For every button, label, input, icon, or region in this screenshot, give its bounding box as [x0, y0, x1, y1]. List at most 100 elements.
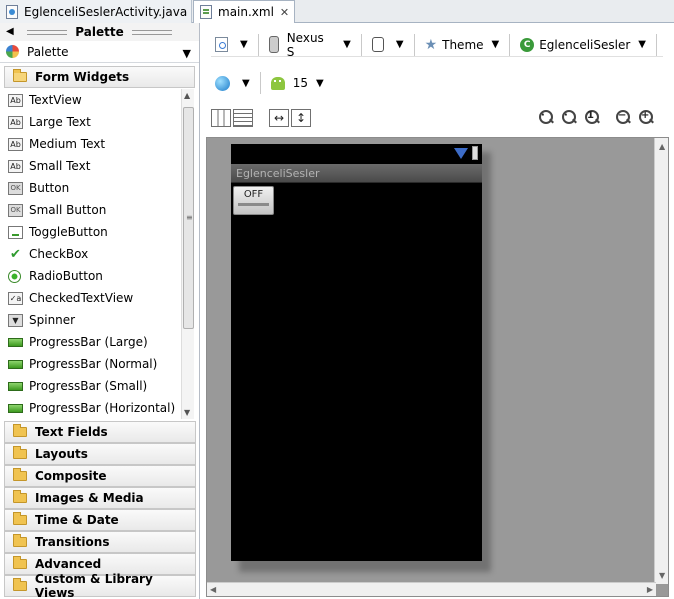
zoom-actual-icon[interactable]: 1 [583, 108, 601, 126]
scroll-down-icon[interactable]: ▼ [184, 408, 190, 417]
category-label: Custom & Library Views [34, 572, 153, 599]
button-icon: OK [8, 181, 23, 195]
theme-chooser[interactable]: ★ Theme ▼ [421, 34, 504, 56]
orientation-chooser[interactable]: ▼ [368, 34, 408, 56]
widget-label: Small Text [29, 159, 91, 173]
columns-view-icon[interactable] [211, 109, 231, 127]
category-item[interactable]: Text Fields [4, 421, 196, 443]
palette-scrollbar[interactable]: ▲ ≡ ▼ [181, 89, 194, 419]
chevron-down-icon[interactable]: ▼ [316, 78, 324, 89]
palette-icon [6, 45, 19, 58]
palette-widget-item[interactable]: ✓a CheckedTextView [4, 287, 194, 309]
palette-widget-item[interactable]: Ab TextView [4, 89, 194, 111]
grip-handle[interactable] [131, 29, 172, 35]
scroll-up-icon[interactable]: ▲ [659, 142, 665, 151]
folder-icon [13, 490, 27, 503]
category-label: Layouts [35, 447, 88, 461]
palette-widget-item[interactable]: ProgressBar (Normal) [4, 353, 194, 375]
toolbar-separator [257, 33, 259, 56]
progressbar-icon [8, 337, 23, 347]
tab-main-xml[interactable]: main.xml ✕ [193, 0, 295, 24]
layout-canvas[interactable]: EglenceliSesler OFF ▲ ▼ ◀ ▶ [206, 137, 669, 597]
device-chooser[interactable]: Nexus S ▼ [265, 31, 355, 59]
palette-widget-item[interactable]: OK Small Button [4, 199, 194, 221]
palette-widget-item[interactable]: ToggleButton [4, 221, 194, 243]
toolbar-separator [413, 33, 415, 56]
locale-chooser[interactable]: ▼ [211, 72, 254, 94]
category-item[interactable]: Images & Media [4, 487, 196, 509]
widget-label: ProgressBar (Normal) [29, 357, 158, 371]
status-bar [231, 144, 482, 164]
scrollbar-thumb[interactable]: ≡ [183, 107, 194, 329]
collapse-left-icon[interactable]: ◀ [6, 26, 14, 37]
api-level-label: 15 [292, 76, 308, 90]
category-item[interactable]: Layouts [4, 443, 196, 465]
activity-chooser[interactable]: C EglenceliSesler ▼ [516, 34, 650, 56]
spinner-icon: ▼ [8, 313, 23, 327]
progressbar-icon [8, 359, 23, 369]
star-icon: ★ [424, 36, 438, 53]
fill-height-icon[interactable]: ↕ [291, 109, 311, 127]
category-form-widgets[interactable]: Form Widgets [4, 66, 195, 88]
android-icon [270, 76, 285, 90]
category-item[interactable]: Custom & Library Views [4, 572, 196, 599]
chevron-down-icon[interactable]: ▼ [242, 78, 250, 89]
toggle-icon [8, 225, 23, 239]
battery-icon [472, 146, 478, 160]
zoom-fit-icon[interactable]: · [560, 108, 578, 126]
zoom-out-icon[interactable]: − [614, 108, 632, 126]
theme-label: Theme [442, 37, 484, 52]
palette-widget-item[interactable]: ✔ CheckBox [4, 243, 194, 265]
palette-widget-item[interactable]: ProgressBar (Horizontal) [4, 397, 194, 419]
palette-widget-item[interactable]: ProgressBar (Small) [4, 375, 194, 397]
radio-icon [8, 269, 21, 283]
widget-label: Small Button [29, 203, 107, 217]
scroll-up-icon[interactable]: ▲ [184, 91, 190, 100]
palette-panel: ◀ Palette Palette ▼ Form Widgets Ab TextV… [0, 23, 200, 599]
grip-handle[interactable] [27, 29, 68, 35]
canvas-horizontal-scrollbar[interactable]: ◀ ▶ [207, 582, 656, 596]
scroll-left-icon[interactable]: ◀ [210, 585, 216, 594]
category-item[interactable]: Composite [4, 465, 196, 487]
category-item[interactable]: Transitions [4, 531, 196, 553]
zoom-in-icon[interactable]: + [637, 108, 655, 126]
toggle-text: OFF [243, 189, 264, 200]
palette-widget-item[interactable]: ProgressBar (Large) [4, 331, 194, 353]
api-level-chooser[interactable]: 15 ▼ [267, 72, 328, 94]
palette-mode-dropdown[interactable]: Palette ▼ [0, 41, 199, 63]
close-icon[interactable]: ✕ [280, 6, 289, 19]
preview-toggle-button[interactable]: OFF [233, 186, 274, 215]
palette-widget-item[interactable]: RadioButton [4, 265, 194, 287]
palette-widget-item[interactable]: Ab Large Text [4, 111, 194, 133]
folder-icon [13, 578, 27, 591]
scroll-right-icon[interactable]: ▶ [647, 585, 653, 594]
scroll-down-icon[interactable]: ▼ [659, 571, 665, 580]
device-screen-preview[interactable]: EglenceliSesler OFF [231, 144, 482, 561]
widget-label: RadioButton [29, 269, 103, 283]
palette-widget-item[interactable]: OK Button [4, 177, 194, 199]
palette-widget-item[interactable]: ▼ Spinner [4, 309, 194, 331]
widget-label: TextView [29, 93, 82, 107]
chevron-down-icon[interactable]: ▼ [396, 39, 404, 50]
fill-width-icon[interactable]: ↔ [269, 109, 289, 127]
chevron-down-icon[interactable]: ▼ [343, 39, 351, 50]
chevron-down-icon[interactable]: ▼ [492, 39, 500, 50]
chevron-down-icon[interactable]: ▼ [638, 39, 646, 50]
folder-icon [13, 534, 27, 547]
category-label: Images & Media [35, 491, 144, 505]
category-list: Text Fields Layouts Composite Images & Medi… [0, 421, 200, 599]
palette-widget-item[interactable]: Ab Medium Text [4, 133, 194, 155]
tab-activity-java[interactable]: EglenceliSeslerActivity.java [0, 0, 192, 23]
palette-widget-item[interactable]: Ab Small Text [4, 155, 194, 177]
zoom-real-size-icon[interactable]: · [537, 108, 555, 126]
chevron-down-icon[interactable]: ▼ [240, 39, 248, 50]
palette-titlebar: ◀ Palette [0, 23, 199, 41]
config-chooser-button[interactable]: ▼ [211, 34, 252, 56]
phone-icon [268, 36, 279, 53]
canvas-vertical-scrollbar[interactable]: ▲ ▼ [654, 138, 668, 584]
rows-view-icon[interactable] [233, 109, 253, 127]
category-item[interactable]: Time & Date [4, 509, 196, 531]
widget-label: ToggleButton [29, 225, 108, 239]
chevron-down-icon[interactable]: ▼ [183, 47, 191, 60]
text-icon: Ab [8, 137, 23, 151]
